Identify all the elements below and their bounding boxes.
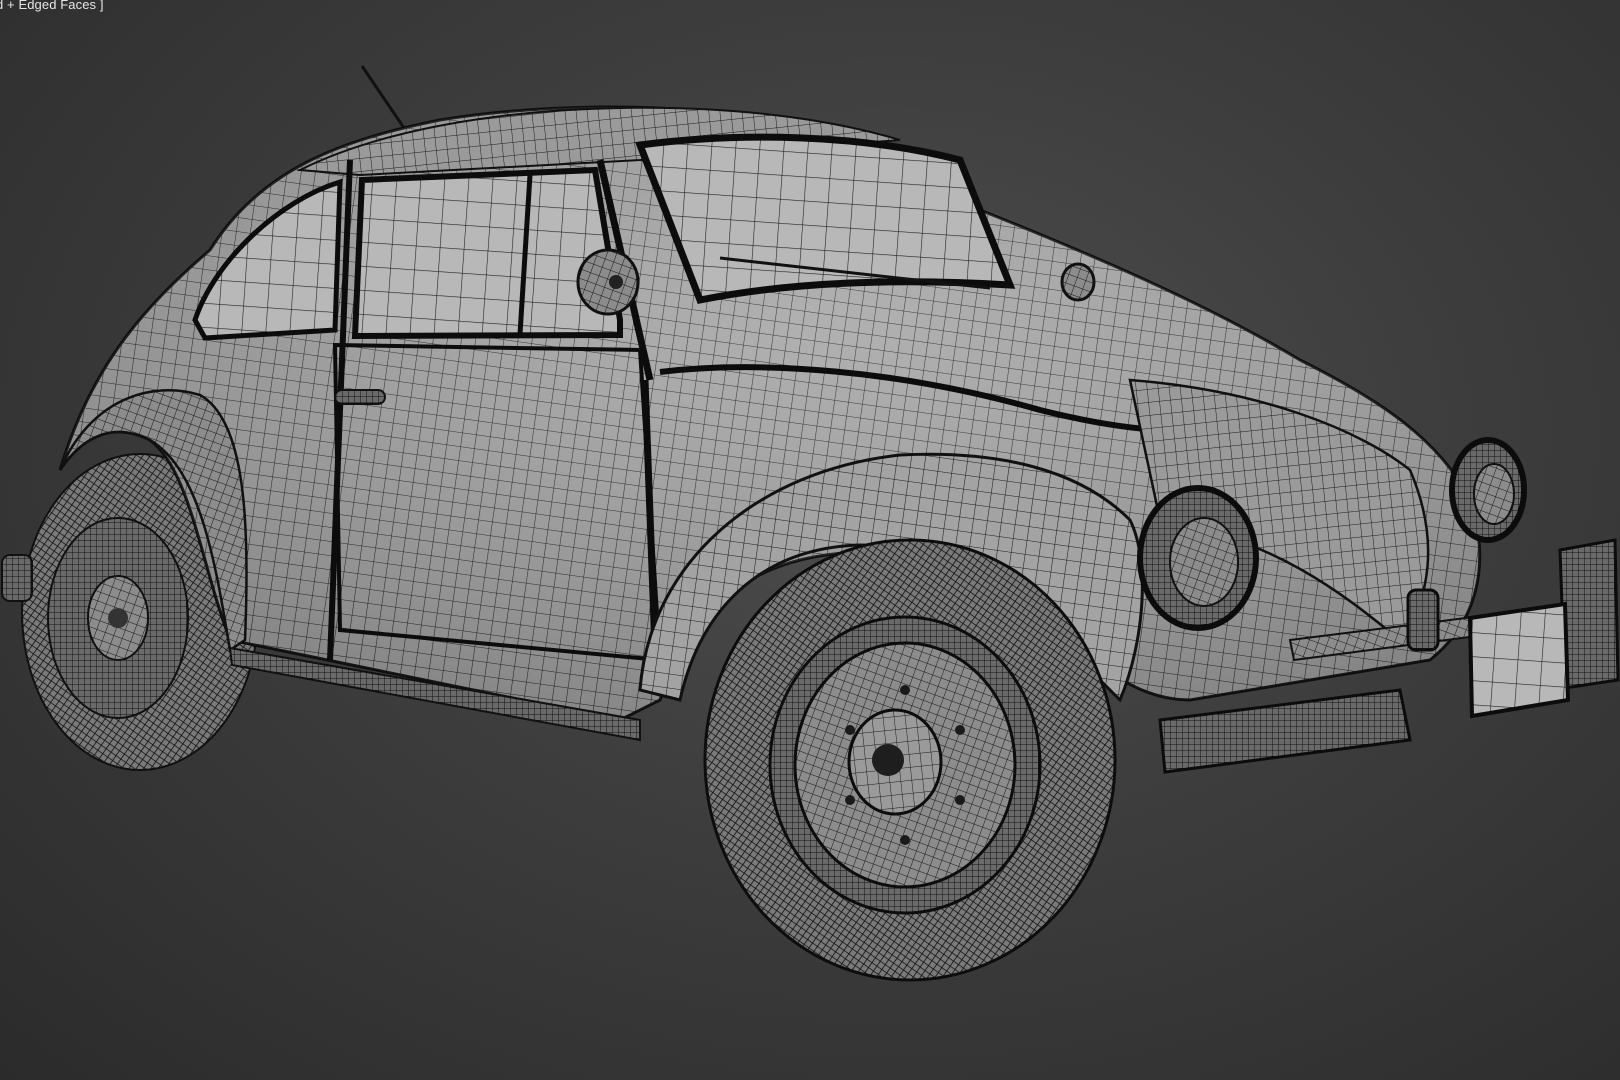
license-plate bbox=[1467, 601, 1571, 719]
side-mirror bbox=[576, 248, 640, 316]
front-wheel bbox=[703, 538, 1117, 982]
headlight-right bbox=[1449, 437, 1527, 543]
side-window bbox=[351, 166, 623, 340]
door-handle bbox=[334, 389, 386, 405]
antenna bbox=[360, 65, 406, 129]
side-mirror-right bbox=[1060, 262, 1096, 302]
windshield bbox=[635, 133, 1016, 305]
rear-bumper bbox=[1, 554, 33, 602]
car-wireframe-scene[interactable] bbox=[0, 0, 1620, 1080]
3d-viewport[interactable]: d + Edged Faces ] bbox=[0, 0, 1620, 1080]
headlight-left bbox=[1137, 485, 1259, 631]
